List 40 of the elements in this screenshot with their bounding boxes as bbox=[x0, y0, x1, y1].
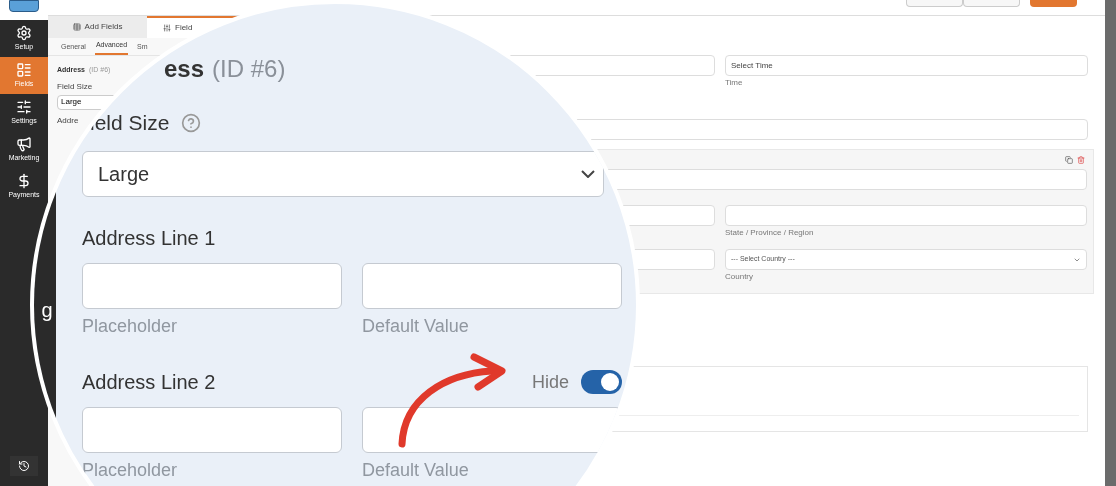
input-field[interactable] bbox=[82, 262, 342, 309]
field-label: Address Line 1 bbox=[82, 225, 216, 251]
input-field[interactable] bbox=[362, 262, 622, 309]
chevron-icon bbox=[581, 169, 595, 178]
sliders-icon bbox=[163, 24, 171, 32]
input-field[interactable] bbox=[82, 407, 342, 453]
field-label: Addre bbox=[57, 114, 79, 127]
field-caption: Placeholder bbox=[82, 459, 178, 482]
toolbar-button[interactable] bbox=[963, 0, 1020, 7]
field-id: (ID #6) bbox=[212, 54, 286, 84]
form-icon bbox=[16, 61, 32, 78]
megaphone-icon bbox=[16, 135, 32, 152]
field-caption: Country bbox=[725, 271, 753, 283]
hide-label: Hide bbox=[531, 370, 569, 394]
hide-toggle[interactable] bbox=[581, 370, 622, 394]
size-select[interactable]: Large bbox=[82, 150, 604, 197]
help-icon[interactable] bbox=[181, 112, 202, 133]
dollar-icon bbox=[16, 172, 32, 189]
time-field[interactable]: Select Time bbox=[725, 55, 1088, 76]
panel-tab[interactable]: Add Fields bbox=[48, 16, 147, 38]
logo-icon bbox=[9, 0, 39, 12]
table-icon bbox=[72, 23, 81, 31]
gear-icon bbox=[16, 24, 32, 41]
field-caption: Default Value bbox=[362, 314, 469, 337]
trash-icon[interactable] bbox=[1077, 156, 1085, 164]
toolbar-button[interactable] bbox=[906, 0, 963, 7]
state-field[interactable] bbox=[725, 205, 1087, 226]
sidebar-fragment: g bbox=[40, 300, 53, 320]
field-caption: Placeholder bbox=[82, 314, 178, 337]
field-caption: State / Province / Region bbox=[725, 227, 814, 239]
sliders-icon bbox=[16, 98, 32, 115]
save-button[interactable] bbox=[1030, 0, 1077, 7]
field-caption: Time bbox=[725, 77, 743, 89]
field-caption: Default Value bbox=[362, 459, 469, 482]
copy-icon[interactable] bbox=[1065, 156, 1073, 164]
field-title: ess bbox=[164, 54, 205, 84]
field-label: Field Size bbox=[57, 80, 93, 93]
history-icon bbox=[18, 460, 30, 472]
field-label: Address Line 2 bbox=[82, 370, 216, 395]
history-button[interactable] bbox=[10, 456, 38, 476]
